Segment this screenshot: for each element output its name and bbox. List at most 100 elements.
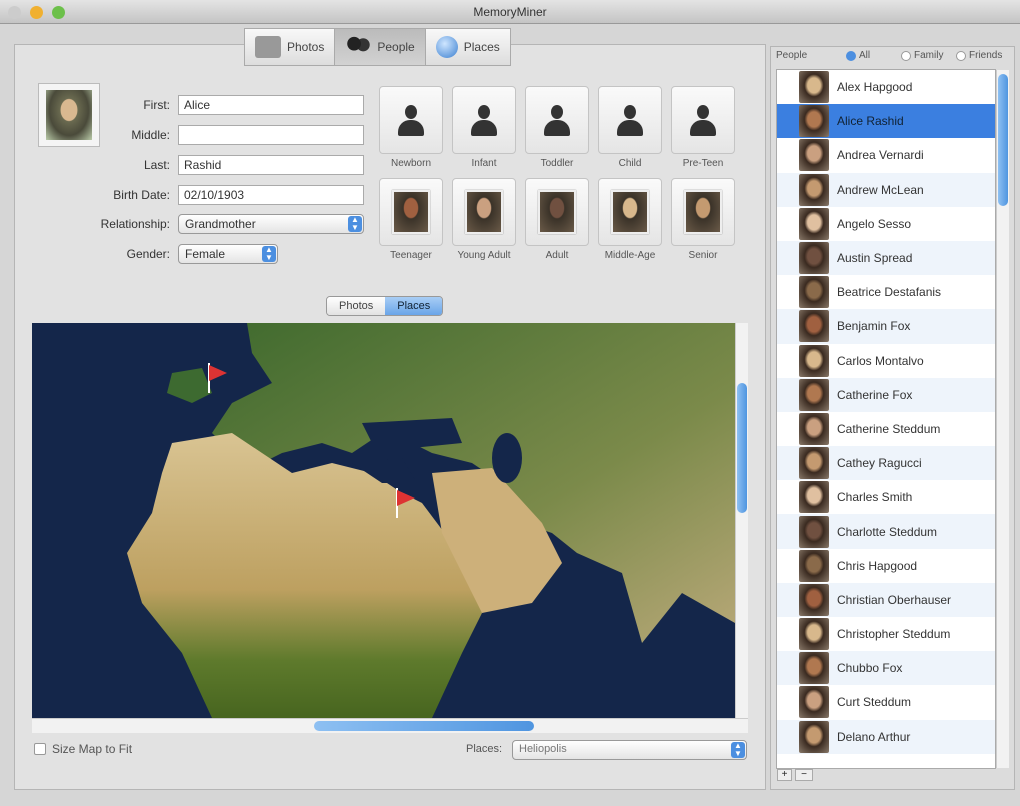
age-slot[interactable]: [379, 178, 443, 246]
age-label: Newborn: [390, 158, 432, 169]
person-silhouette-icon: [688, 103, 718, 137]
segment-places[interactable]: Places: [385, 297, 443, 315]
tab-photos[interactable]: Photos: [245, 29, 336, 65]
person-thumbnail: [799, 378, 829, 411]
tab-places[interactable]: Places: [426, 29, 510, 65]
person-form: First: Alice Middle: Last: Rashid Birth Da…: [80, 90, 364, 270]
person-thumbnail: [799, 412, 829, 445]
filter-all[interactable]: All: [846, 50, 901, 61]
list-item[interactable]: Catherine Steddum: [777, 412, 995, 446]
person-thumbnail: [799, 720, 829, 753]
person-thumbnail: [799, 344, 829, 377]
person-name: Catherine Steddum: [837, 421, 941, 436]
person-name: Benjamin Fox: [837, 319, 911, 334]
people-list-scrollbar[interactable]: [996, 70, 1009, 768]
scroll-thumb[interactable]: [737, 383, 747, 513]
tab-people[interactable]: People: [335, 29, 426, 65]
scroll-thumb[interactable]: [998, 74, 1008, 206]
person-name: Cathey Ragucci: [837, 456, 922, 471]
age-photo: [611, 190, 649, 234]
list-item[interactable]: Catherine Fox: [777, 377, 995, 412]
places-select[interactable]: Heliopolis ▲ ▼: [512, 740, 747, 760]
list-item[interactable]: Curt Steddum: [777, 685, 995, 719]
age-slot[interactable]: [598, 178, 662, 246]
age-slot[interactable]: [452, 178, 516, 246]
segment-photos[interactable]: Photos: [327, 297, 386, 315]
last-name-field[interactable]: Rashid: [178, 155, 364, 175]
add-person-button[interactable]: +: [777, 769, 792, 781]
zoom-button[interactable]: [52, 6, 65, 19]
person-name: Andrew McLean: [837, 182, 924, 197]
first-name-field[interactable]: Alice: [178, 95, 364, 115]
list-item[interactable]: Chris Hapgood: [777, 549, 995, 583]
age-slot[interactable]: [598, 86, 662, 154]
list-item[interactable]: Andrew McLean: [777, 172, 995, 207]
world-map[interactable]: [32, 323, 735, 718]
list-item[interactable]: Alice Rashid: [777, 104, 995, 139]
minimize-button[interactable]: [30, 6, 43, 19]
list-item[interactable]: Chubbo Fox: [777, 651, 995, 686]
age-label: Adult: [545, 250, 569, 261]
list-item[interactable]: Alex Hapgood: [777, 70, 995, 104]
person-name: Charlotte Steddum: [837, 524, 938, 539]
gender-select[interactable]: Female ▲ ▼: [178, 244, 278, 264]
list-item[interactable]: Carlos Montalvo: [777, 344, 995, 378]
age-slot[interactable]: [452, 86, 516, 154]
list-item[interactable]: Benjamin Fox: [777, 309, 995, 344]
age-photo-grid: Newborn Infant Toddler Child Pre-Teen Teenage…: [379, 86, 735, 266]
age-photo: [538, 190, 576, 234]
person-thumbnail: [799, 481, 829, 514]
list-item[interactable]: Delano Arthur: [777, 719, 995, 754]
relationship-select[interactable]: Grandmother ▲ ▼: [178, 214, 364, 234]
birth-date-field[interactable]: 02/10/1903: [178, 185, 364, 205]
age-label: Toddler: [540, 158, 574, 169]
close-button[interactable]: [8, 6, 21, 19]
person-name: Alice Rashid: [837, 114, 904, 129]
age-slot[interactable]: [671, 86, 735, 154]
age-photo: [684, 190, 722, 234]
person-thumbnail: [799, 139, 829, 172]
person-name: Catherine Fox: [837, 387, 913, 402]
select-arrows-icon: ▲ ▼: [731, 742, 745, 758]
age-slot[interactable]: [525, 178, 589, 246]
remove-person-button[interactable]: −: [795, 769, 813, 781]
list-item[interactable]: Beatrice Destafanis: [777, 275, 995, 309]
person-name: Curt Steddum: [837, 695, 912, 710]
map-vertical-scrollbar[interactable]: [735, 323, 748, 718]
people-icon: [345, 36, 372, 58]
person-thumbnail: [799, 618, 829, 651]
list-item[interactable]: Charles Smith: [777, 480, 995, 514]
age-label: Pre-Teen: [682, 158, 724, 169]
satellite-map-image: [127, 323, 735, 718]
person-name: Delano Arthur: [837, 729, 911, 744]
list-item[interactable]: Andrea Vernardi: [777, 138, 995, 172]
middle-name-field[interactable]: [178, 125, 364, 145]
map-horizontal-scrollbar[interactable]: [32, 718, 748, 733]
filter-family[interactable]: Family: [901, 50, 956, 61]
person-thumbnail: [799, 549, 829, 582]
scroll-thumb[interactable]: [314, 721, 534, 731]
list-item[interactable]: Charlotte Steddum: [777, 514, 995, 549]
list-item[interactable]: Christopher Steddum: [777, 617, 995, 651]
person-name: Christian Oberhauser: [837, 592, 952, 607]
age-slot[interactable]: [671, 178, 735, 246]
person-thumbnail: [799, 242, 829, 275]
person-name: Chris Hapgood: [837, 558, 918, 573]
age-slot[interactable]: [525, 86, 589, 154]
size-map-checkbox[interactable]: [34, 743, 46, 755]
person-silhouette-icon: [615, 103, 645, 137]
size-map-to-fit[interactable]: Size Map to Fit: [34, 742, 132, 756]
list-item[interactable]: Austin Spread: [777, 240, 995, 276]
age-label: Infant: [471, 158, 497, 169]
person-name: Andrea Vernardi: [837, 148, 924, 163]
window-title: MemoryMiner: [473, 5, 547, 19]
person-thumbnail: [799, 652, 829, 685]
person-thumbnail: [799, 447, 829, 480]
age-slot[interactable]: [379, 86, 443, 154]
list-item[interactable]: Angelo Sesso: [777, 207, 995, 241]
filter-friends[interactable]: Friends: [956, 50, 1002, 61]
person-thumbnail: [799, 207, 829, 240]
select-arrows-icon: ▲ ▼: [348, 216, 362, 232]
list-item[interactable]: Christian Oberhauser: [777, 582, 995, 617]
list-item[interactable]: Cathey Ragucci: [777, 446, 995, 481]
